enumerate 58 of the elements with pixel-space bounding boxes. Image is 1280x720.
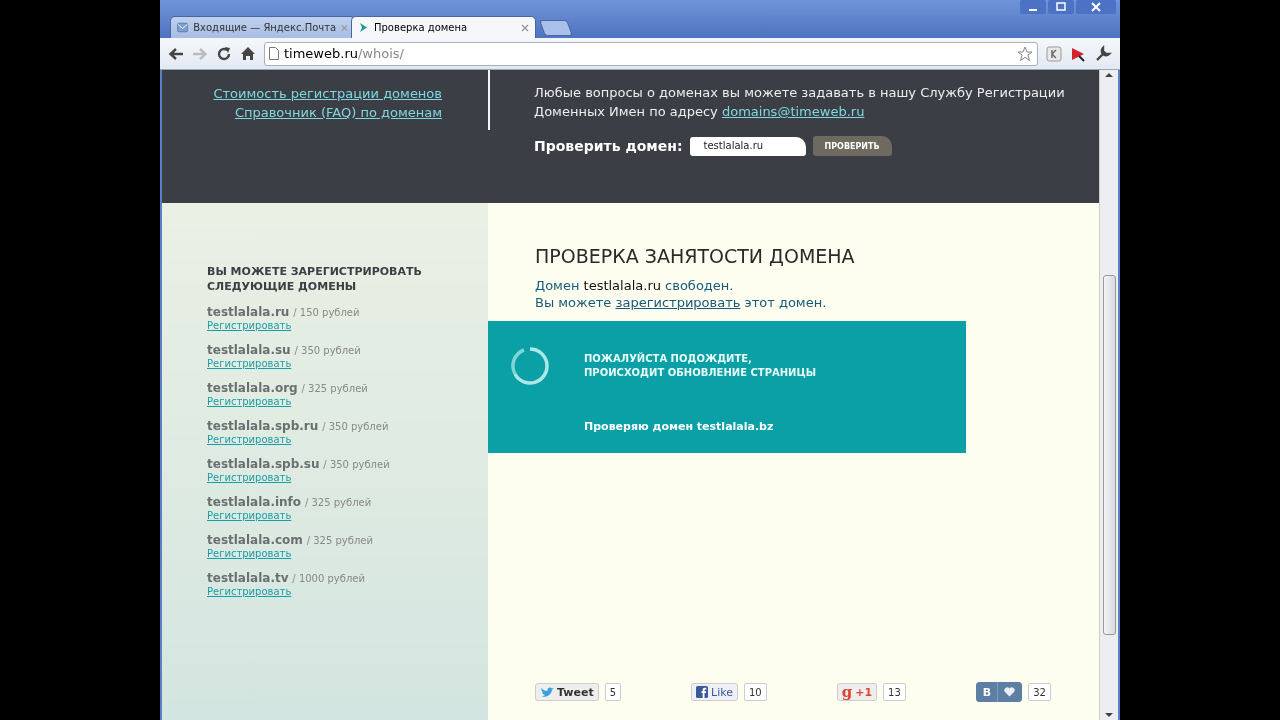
domain-price: testlalala.com / 325 рублей	[207, 533, 373, 547]
page-icon	[269, 47, 279, 60]
share-count: 13	[883, 683, 906, 701]
domain-price: testlalala.ru / 150 рублей	[207, 305, 360, 319]
email-link[interactable]: domains@timeweb.ru	[721, 104, 865, 119]
domain-price: testlalala.tv / 1000 рублей	[207, 571, 365, 585]
header-link[interactable]: Стоимость регистрации доменов	[213, 84, 442, 103]
check-label: Проверить домен:	[534, 137, 683, 155]
wrench-icon[interactable]	[1094, 44, 1112, 63]
browser-tab[interactable]: Проверка домена	[351, 16, 536, 38]
maximize-icon[interactable]	[1048, 0, 1074, 14]
register-link[interactable]: Регистрировать	[207, 471, 292, 485]
register-link[interactable]: зарегистрировать	[615, 295, 741, 310]
extension-icon[interactable]	[1046, 45, 1062, 62]
extension-icon[interactable]	[1070, 45, 1086, 62]
spinner-icon	[510, 346, 550, 386]
register-link[interactable]: Регистрировать	[207, 433, 292, 447]
page-title: ПРОВЕРКА ЗАНЯТОСТИ ДОМЕНА	[535, 245, 856, 267]
like-button[interactable]: Like	[691, 683, 738, 701]
home-icon[interactable]	[240, 46, 256, 61]
star-icon[interactable]	[1017, 45, 1033, 62]
plus-one-button[interactable]: g +1	[836, 683, 878, 701]
status-message: Домен testlalala.ru свободен.	[535, 277, 734, 294]
register-message: Вы можете зарегистрировать этот домен.	[535, 294, 827, 311]
minimize-icon[interactable]	[1020, 0, 1046, 14]
new-tab-button[interactable]	[539, 20, 573, 36]
tweet-button[interactable]: Tweet	[535, 683, 599, 701]
progress-text: Проверяю домен testlalala.bz	[584, 420, 775, 433]
domain-field[interactable]: testlalala.ru	[689, 136, 806, 156]
share-count: 10	[743, 683, 767, 701]
bird-icon	[540, 686, 554, 698]
mail-icon	[177, 22, 189, 33]
register-link[interactable]: Регистрировать	[207, 319, 292, 333]
close-icon[interactable]	[521, 23, 529, 32]
address-field[interactable]: timeweb.ru/whois/	[284, 46, 404, 61]
share-count: 5	[604, 683, 621, 701]
loading-message: ПОЖАЛУЙСТА ПОДОЖДИТЕ, ПРОИСХОДИТ ОБНОВЛЕНИЕ СТРАНИЦЫ	[584, 352, 817, 380]
domain-price: testlalala.spb.ru / 350 рублей	[207, 419, 389, 433]
domain-price: testlalala.info / 325 рублей	[207, 495, 372, 509]
contact-text: Любые вопросы о доменах вы можете задавать в нашу Службу Регистрации Доменных Имен по адресу domains@timeweb.ru	[534, 84, 1066, 121]
check-button[interactable]: ПРОВЕРИТЬ	[812, 136, 892, 156]
sidebar-heading: ВЫ МОЖЕТЕ ЗАРЕГИСТРИРОВАТЬ СЛЕДУЮЩИЕ ДОМЕНЫ	[207, 264, 423, 294]
vk-like-button[interactable]: В	[975, 682, 1023, 702]
header-link[interactable]: Справочник (FAQ) по доменам	[234, 103, 442, 122]
back-icon[interactable]	[168, 46, 184, 61]
reload-icon[interactable]	[216, 45, 232, 62]
arrow-icon	[358, 22, 369, 33]
scroll-down-icon[interactable]	[1104, 710, 1114, 720]
close-icon[interactable]	[1076, 0, 1116, 14]
domain-price: testlalala.org / 325 рублей	[207, 381, 368, 395]
heart-icon	[1004, 687, 1016, 697]
scrollbar-thumb[interactable]	[1102, 275, 1116, 635]
register-link[interactable]: Регистрировать	[207, 357, 292, 371]
share-count: 32	[1028, 683, 1051, 701]
register-link[interactable]: Регистрировать	[207, 395, 292, 409]
domain-price: testlalala.spb.su / 350 рублей	[207, 457, 390, 471]
facebook-icon	[696, 686, 709, 698]
domain-price: testlalala.su / 350 рублей	[207, 343, 361, 357]
